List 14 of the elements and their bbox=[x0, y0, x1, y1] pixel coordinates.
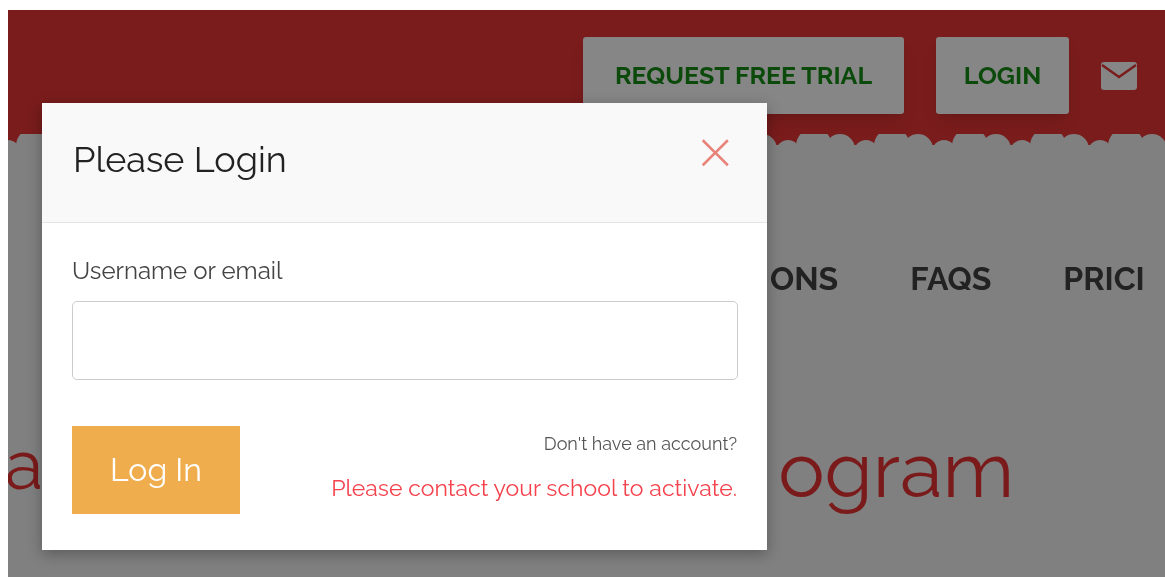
close-button[interactable]: × bbox=[693, 125, 737, 177]
header-button[interactable]: LOGIN bbox=[936, 37, 1069, 114]
field-label: Username or email bbox=[72, 259, 284, 283]
account-prompt: Don't have an account? bbox=[543, 432, 737, 456]
submit-button[interactable]: Log In bbox=[72, 426, 240, 514]
username-field[interactable] bbox=[72, 301, 738, 380]
nav-link[interactable]: FAQS bbox=[910, 263, 992, 295]
header-button[interactable]: REQUEST FREE TRIAL bbox=[583, 37, 904, 114]
activation-note: Please contact your school to activate. bbox=[331, 473, 737, 503]
nav-link[interactable]: ONS bbox=[770, 263, 839, 295]
headline-text: ogram bbox=[778, 423, 1015, 517]
headline-text: a bbox=[8, 422, 44, 507]
nav-link[interactable]: PRICI bbox=[1063, 263, 1145, 295]
mail-icon[interactable] bbox=[1101, 62, 1137, 90]
